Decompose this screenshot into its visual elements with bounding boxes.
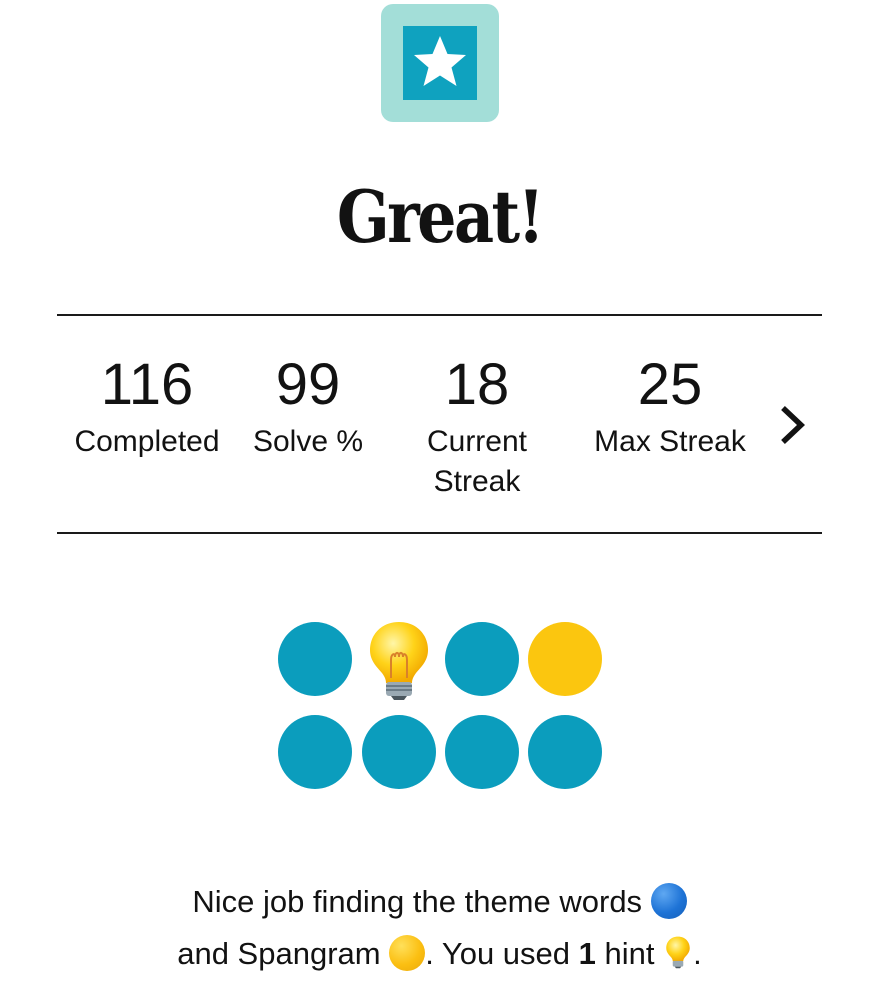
theme-word-dot: [278, 715, 352, 789]
results-grid: [276, 620, 606, 790]
theme-word-dot: [445, 715, 519, 789]
stat-value: 99: [275, 352, 341, 417]
stat-label: Solve %: [252, 425, 364, 458]
stat-max-streak: 25 Max Streak: [584, 350, 756, 462]
spangram-dot: [528, 622, 602, 696]
message-text: Nice job finding the theme words: [192, 884, 643, 919]
hint-count: 1: [578, 936, 596, 971]
divider-bottom: [57, 532, 822, 534]
lightbulb-icon: [663, 932, 693, 972]
yellow-circle-icon: [389, 935, 426, 971]
stat-value: 25: [637, 352, 703, 417]
message-text: hint: [604, 936, 655, 971]
star-icon: [403, 26, 477, 100]
message-text: and Spangram: [177, 936, 381, 971]
results-screen: Great! 116 Completed 99 Solve % 18 Curre…: [0, 0, 879, 1000]
result-title: Great!: [336, 174, 545, 259]
result-message: Nice job finding the theme words and Spa…: [0, 876, 879, 980]
theme-word-dot: [278, 622, 352, 696]
message-text: . You used: [425, 936, 571, 971]
hint-bulb-icon: [362, 620, 436, 700]
stat-value: 18: [444, 352, 510, 417]
stat-label: Current Streak: [426, 425, 528, 498]
stat-label: Completed: [74, 425, 220, 458]
chevron-right-icon[interactable]: [776, 400, 810, 450]
stat-completed: 116 Completed: [66, 350, 228, 462]
stat-value: 116: [100, 352, 194, 417]
theme-word-dot: [528, 715, 602, 789]
divider-top: [57, 314, 822, 316]
stat-label: Max Streak: [594, 425, 746, 458]
stat-current-streak: 18 Current Streak: [410, 350, 544, 502]
completion-badge: [381, 4, 499, 122]
message-text: .: [693, 936, 702, 971]
theme-word-dot: [362, 715, 436, 789]
theme-word-dot: [445, 622, 519, 696]
stat-solve-percent: 99 Solve %: [246, 350, 370, 462]
blue-circle-icon: [650, 883, 687, 919]
